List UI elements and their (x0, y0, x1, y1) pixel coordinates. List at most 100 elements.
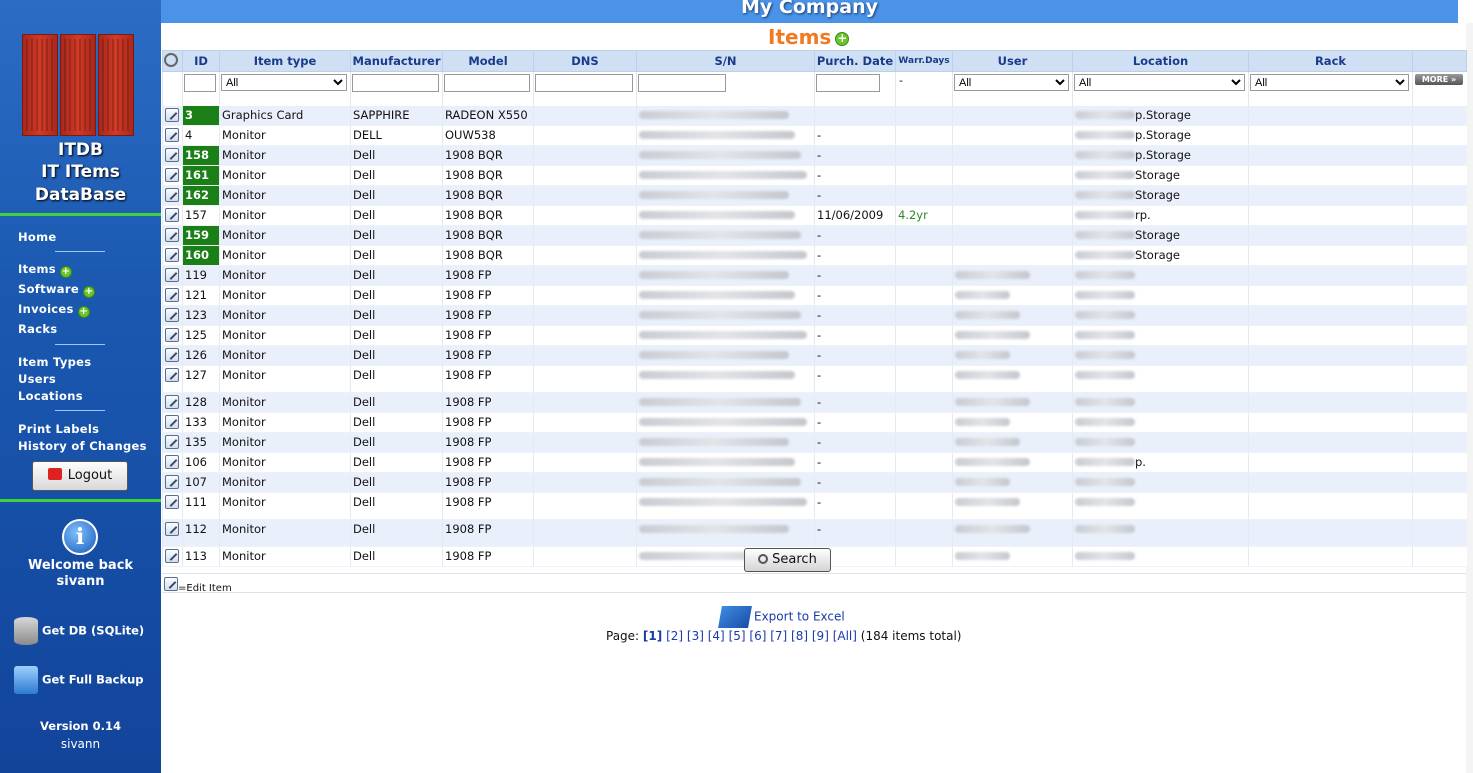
edit-icon[interactable] (165, 167, 179, 182)
col-purch-date[interactable]: Purch. Date (814, 50, 896, 72)
edit-icon[interactable] (165, 207, 179, 222)
edit-icon[interactable] (165, 227, 179, 242)
col-dns[interactable]: DNS (533, 50, 637, 72)
nav-invoices[interactable]: Invoices + (18, 302, 90, 318)
edit-cell[interactable] (162, 305, 183, 326)
search-button[interactable]: Search (744, 548, 831, 572)
edit-cell[interactable] (162, 145, 183, 166)
edit-icon[interactable] (165, 127, 179, 142)
cell-id[interactable]: 121 (182, 285, 220, 306)
edit-icon[interactable] (165, 187, 179, 202)
add-software-icon[interactable]: + (82, 286, 95, 298)
cell-id[interactable]: 119 (182, 265, 220, 286)
page-link[interactable]: [3] (687, 629, 704, 643)
nav-racks[interactable]: Racks (18, 322, 57, 336)
nav-print-labels[interactable]: Print Labels (18, 422, 99, 436)
page-link[interactable]: [1] (643, 629, 662, 643)
nav-users[interactable]: Users (18, 372, 56, 386)
edit-icon[interactable] (165, 307, 179, 322)
edit-cell[interactable] (162, 546, 183, 567)
add-invoice-icon[interactable]: + (77, 306, 90, 318)
export-excel-link[interactable]: Export to Excel (718, 606, 845, 628)
col-manufacturer[interactable]: Manufacturer (350, 50, 443, 72)
page-link[interactable]: [6] (749, 629, 766, 643)
edit-cell[interactable] (162, 452, 183, 473)
more-button[interactable]: MORE » (1415, 74, 1463, 85)
cell-id[interactable]: 111 (182, 492, 220, 520)
edit-icon[interactable] (165, 454, 179, 469)
edit-icon[interactable] (165, 414, 179, 429)
cell-id[interactable]: 133 (182, 412, 220, 433)
cell-id[interactable]: 125 (182, 325, 220, 346)
get-db-link[interactable]: Get DB (SQLite) (14, 617, 144, 645)
edit-cell[interactable] (162, 285, 183, 306)
cell-id[interactable]: 158 (182, 145, 220, 166)
edit-icon[interactable] (165, 474, 179, 489)
edit-cell[interactable] (162, 432, 183, 453)
scrollbar[interactable] (1466, 23, 1473, 773)
page-link[interactable]: [7] (770, 629, 787, 643)
edit-cell[interactable] (162, 519, 183, 547)
nav-item-types[interactable]: Item Types (18, 355, 91, 369)
edit-icon[interactable] (165, 521, 179, 536)
col-id[interactable]: ID (182, 50, 220, 72)
cell-id[interactable]: 161 (182, 165, 220, 186)
edit-cell[interactable] (162, 245, 183, 266)
edit-icon[interactable] (165, 347, 179, 362)
edit-icon[interactable] (165, 147, 179, 162)
edit-cell[interactable] (162, 345, 183, 366)
nav-items[interactable]: Items + (18, 262, 72, 278)
search-icon[interactable] (164, 53, 178, 67)
col-rack[interactable]: Rack (1248, 50, 1413, 72)
edit-icon[interactable] (165, 247, 179, 262)
dns-filter[interactable] (535, 74, 633, 92)
user-filter[interactable]: All (954, 74, 1069, 91)
nav-history[interactable]: History of Changes (18, 439, 147, 453)
edit-cell[interactable] (162, 225, 183, 246)
page-link[interactable]: [8] (791, 629, 808, 643)
edit-cell[interactable] (162, 325, 183, 346)
page-link[interactable]: [4] (708, 629, 725, 643)
col-location[interactable]: Location (1072, 50, 1249, 72)
edit-icon[interactable] (165, 548, 179, 563)
edit-cell[interactable] (162, 205, 183, 226)
cell-id[interactable]: 113 (182, 546, 220, 567)
cell-id[interactable]: 126 (182, 345, 220, 366)
edit-icon[interactable] (165, 434, 179, 449)
page-link[interactable]: [2] (666, 629, 683, 643)
add-item-icon[interactable]: + (835, 32, 850, 46)
cell-id[interactable]: 135 (182, 432, 220, 453)
col-warr-days[interactable]: Warr.Days (895, 50, 953, 72)
cell-id[interactable]: 128 (182, 392, 220, 413)
nav-locations[interactable]: Locations (18, 389, 83, 403)
col-user[interactable]: User (952, 50, 1073, 72)
edit-icon[interactable] (165, 367, 179, 382)
edit-icon[interactable] (165, 107, 179, 122)
edit-cell[interactable] (162, 365, 183, 393)
rack-filter[interactable]: All (1250, 74, 1409, 91)
cell-id[interactable]: 123 (182, 305, 220, 326)
purch-date-filter[interactable] (816, 74, 880, 92)
edit-icon[interactable] (165, 267, 179, 282)
add-item-icon[interactable]: + (59, 266, 72, 278)
cell-id[interactable]: 162 (182, 185, 220, 206)
edit-cell[interactable] (162, 105, 183, 126)
cell-id[interactable]: 106 (182, 452, 220, 473)
cell-id[interactable]: 127 (182, 365, 220, 393)
cell-id[interactable]: 107 (182, 472, 220, 493)
edit-icon[interactable] (165, 394, 179, 409)
cell-id[interactable]: 3 (182, 105, 220, 126)
cell-id[interactable]: 160 (182, 245, 220, 266)
location-filter[interactable]: All (1074, 74, 1245, 91)
cell-id[interactable]: 112 (182, 519, 220, 547)
edit-cell[interactable] (162, 125, 183, 146)
edit-icon[interactable] (165, 327, 179, 342)
sn-filter[interactable] (638, 74, 726, 92)
edit-cell[interactable] (162, 392, 183, 413)
get-backup-link[interactable]: Get Full Backup (14, 666, 144, 694)
cell-id[interactable]: 157 (182, 205, 220, 226)
edit-cell[interactable] (162, 492, 183, 520)
logout-button[interactable]: Logout (32, 461, 128, 491)
col-model[interactable]: Model (442, 50, 534, 72)
id-filter[interactable] (184, 74, 216, 92)
